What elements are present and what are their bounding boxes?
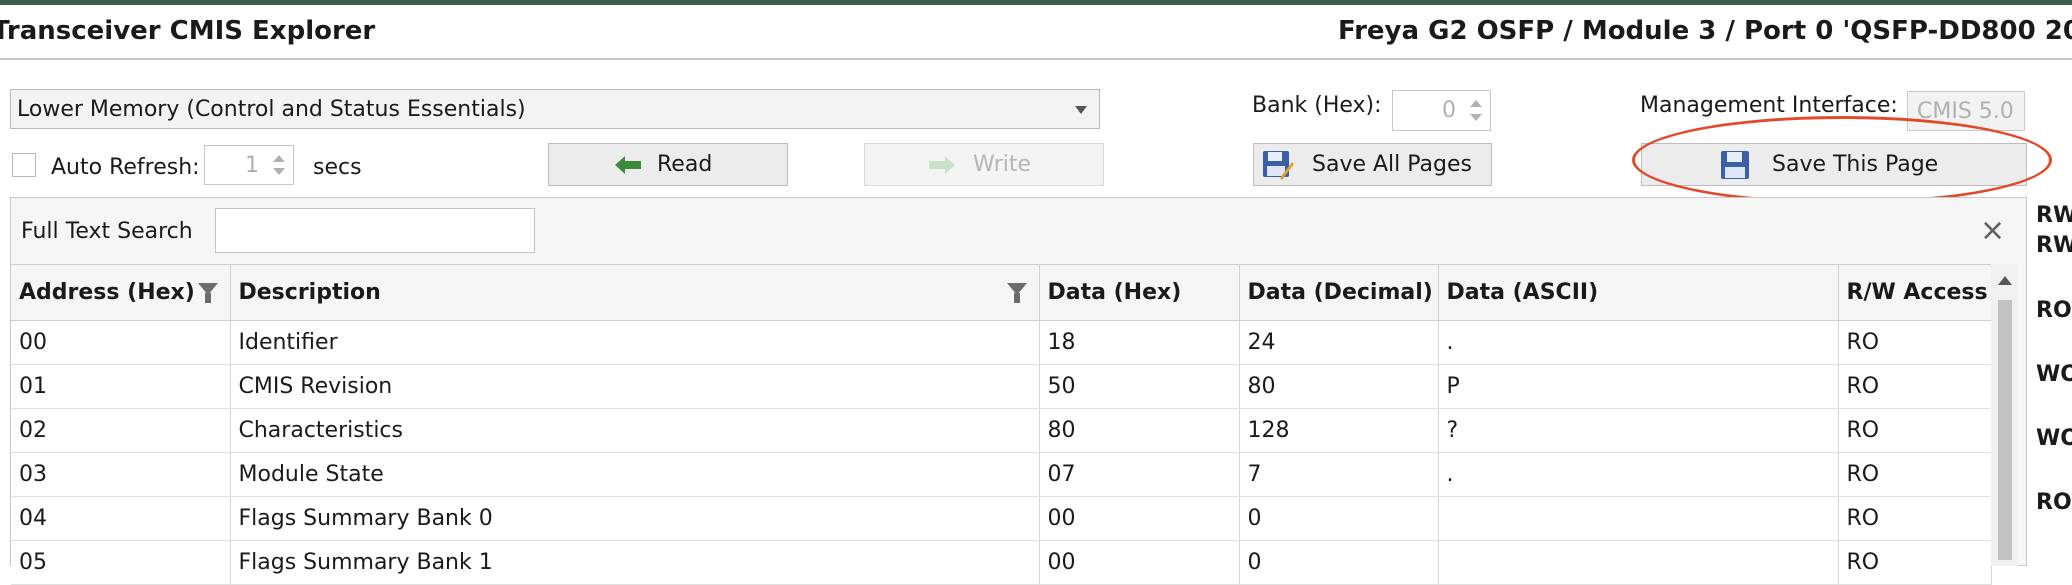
cell-data-decimal[interactable]: 0 [1239, 540, 1439, 585]
cell-address: 01 [11, 364, 231, 409]
side-access-label: RW [2036, 233, 2072, 258]
cell-data-decimal[interactable]: 80 [1239, 364, 1439, 409]
cell-address: 03 [11, 452, 231, 497]
auto-refresh-label: Auto Refresh: [51, 155, 200, 180]
cell-data-decimal[interactable]: 24 [1239, 320, 1439, 365]
cell-description: Characteristics [230, 408, 1040, 453]
cell-data-ascii: . [1438, 320, 1839, 365]
auto-refresh-spinner[interactable]: 1 [204, 145, 294, 185]
spin-down-icon[interactable] [273, 168, 285, 175]
table-row[interactable]: 04 Flags Summary Bank 0 00 0 RO [11, 496, 1992, 541]
register-table: Address (Hex) Description Data (Hex) Dat… [11, 264, 1992, 585]
auto-refresh-value: 1 [245, 153, 259, 178]
side-access-label: RO [2036, 490, 2072, 515]
auto-refresh-checkbox[interactable] [12, 153, 36, 177]
cell-rw-access: RO [1838, 452, 1992, 497]
cell-description: Identifier [230, 320, 1040, 365]
spin-up-icon[interactable] [1470, 100, 1482, 107]
cell-address: 05 [11, 540, 231, 585]
cell-data-hex[interactable]: 50 [1039, 364, 1240, 409]
save-all-pages-label: Save All Pages [1312, 152, 1472, 177]
table-header-row: Address (Hex) Description Data (Hex) Dat… [11, 264, 1992, 321]
context-title: Freya G2 OSFP / Module 3 / Port 0 'QSFP-… [1338, 16, 2072, 46]
table-row[interactable]: 02 Characteristics 80 128 ? RO [11, 408, 1992, 453]
window-top-border [0, 0, 2072, 5]
spin-up-icon[interactable] [273, 155, 285, 162]
side-access-label: WO [2036, 362, 2072, 387]
cell-rw-access: RO [1838, 364, 1992, 409]
table-vertical-scrollbar[interactable] [1991, 264, 2018, 566]
cell-description: Module State [230, 452, 1040, 497]
mgmt-interface-label: Management Interface: [1640, 93, 1898, 118]
column-header-data-decimal[interactable]: Data (Decimal) [1239, 264, 1439, 321]
save-all-icon [1263, 151, 1294, 180]
cell-rw-access: RO [1838, 408, 1992, 453]
spin-down-icon[interactable] [1470, 114, 1482, 121]
auto-refresh-unit: secs [313, 155, 362, 180]
highlight-annotation [1632, 116, 2052, 204]
column-header-data-hex[interactable]: Data (Hex) [1039, 264, 1240, 321]
cell-data-ascii: ? [1438, 408, 1839, 453]
cell-description: Flags Summary Bank 1 [230, 540, 1040, 585]
filter-icon[interactable] [197, 283, 218, 303]
side-access-label: RO [2036, 298, 2072, 323]
write-button[interactable]: Write [864, 143, 1104, 186]
side-access-label: RW [2036, 203, 2072, 228]
table-row[interactable]: 05 Flags Summary Bank 1 00 0 RO [11, 540, 1992, 585]
page-select[interactable]: Lower Memory (Control and Status Essenti… [10, 89, 1100, 129]
cell-data-decimal[interactable]: 128 [1239, 408, 1439, 453]
cell-data-ascii: . [1438, 452, 1839, 497]
full-text-search-input[interactable] [215, 208, 535, 253]
table-row[interactable]: 01 CMIS Revision 50 80 P RO [11, 364, 1992, 409]
column-header-description[interactable]: Description [230, 264, 1040, 321]
cell-description: Flags Summary Bank 0 [230, 496, 1040, 541]
arrow-left-icon [615, 156, 641, 174]
cell-data-hex[interactable]: 00 [1039, 496, 1240, 541]
cell-data-hex[interactable]: 00 [1039, 540, 1240, 585]
read-button[interactable]: Read [548, 143, 788, 186]
write-button-label: Write [973, 152, 1032, 177]
column-header-rw-access[interactable]: R/W Access [1838, 264, 1992, 321]
full-text-search-label: Full Text Search [21, 219, 193, 244]
page-select-value: Lower Memory (Control and Status Essenti… [17, 97, 526, 122]
column-header-data-ascii[interactable]: Data (ASCII) [1438, 264, 1839, 321]
close-icon[interactable]: × [1980, 213, 2005, 248]
side-access-label: WO [2036, 426, 2072, 451]
cell-data-ascii [1438, 496, 1839, 541]
bank-spinner[interactable]: 0 [1392, 90, 1491, 131]
cell-description: CMIS Revision [230, 364, 1040, 409]
scroll-up-icon[interactable] [1998, 276, 2012, 285]
bank-value: 0 [1442, 98, 1456, 123]
save-all-pages-button[interactable]: Save All Pages [1253, 143, 1492, 186]
cell-rw-access: RO [1838, 540, 1992, 585]
cell-address: 04 [11, 496, 231, 541]
cell-data-ascii [1438, 540, 1839, 585]
read-button-label: Read [657, 152, 713, 177]
app-title: Transceiver CMIS Explorer [0, 16, 376, 46]
cell-rw-access: RO [1838, 496, 1992, 541]
table-row[interactable]: 00 Identifier 18 24 . RO [11, 320, 1992, 365]
cell-data-decimal[interactable]: 0 [1239, 496, 1439, 541]
bank-label: Bank (Hex): [1252, 93, 1382, 118]
chevron-down-icon[interactable] [1075, 106, 1087, 114]
cell-address: 00 [11, 320, 231, 365]
filter-icon[interactable] [1006, 283, 1027, 303]
cell-address: 02 [11, 408, 231, 453]
column-header-address[interactable]: Address (Hex) [11, 264, 231, 321]
scrollbar-thumb[interactable] [1998, 300, 2012, 560]
arrow-right-icon [929, 156, 955, 174]
cell-data-ascii: P [1438, 364, 1839, 409]
cell-data-hex[interactable]: 80 [1039, 408, 1240, 453]
cell-data-hex[interactable]: 18 [1039, 320, 1240, 365]
cell-rw-access: RO [1838, 320, 1992, 365]
table-row[interactable]: 03 Module State 07 7 . RO [11, 452, 1992, 497]
cell-data-hex[interactable]: 07 [1039, 452, 1240, 497]
header-divider [0, 58, 2072, 60]
cell-data-decimal[interactable]: 7 [1239, 452, 1439, 497]
